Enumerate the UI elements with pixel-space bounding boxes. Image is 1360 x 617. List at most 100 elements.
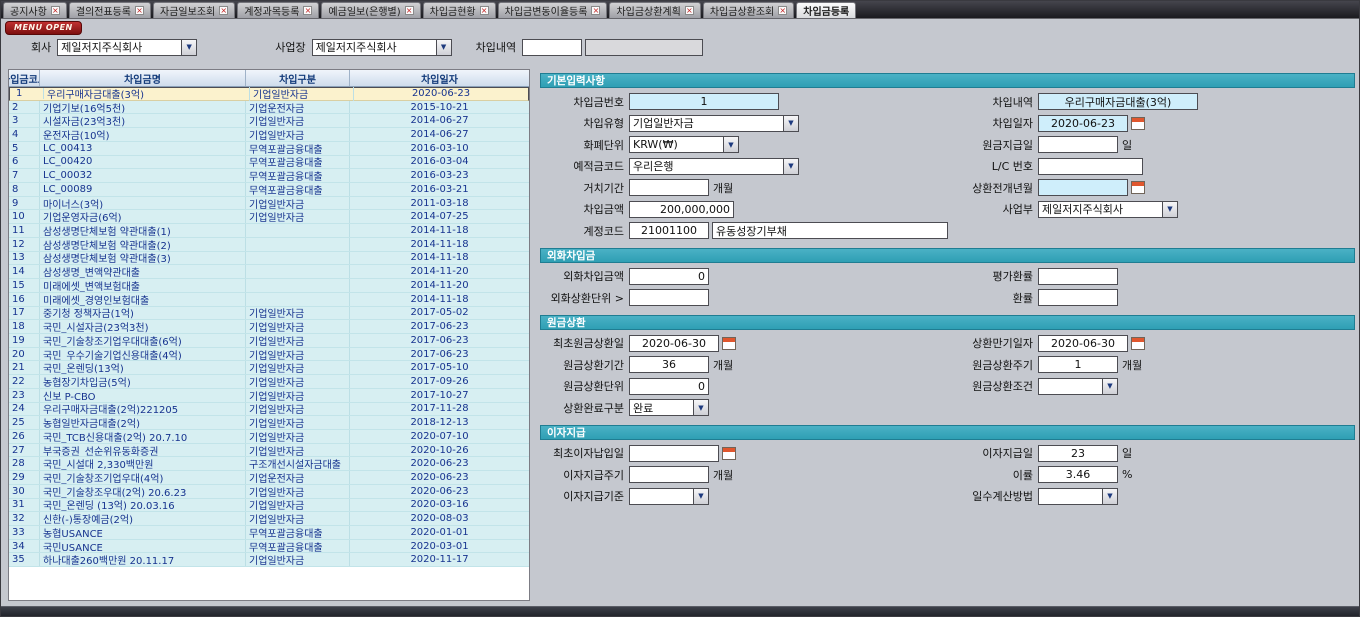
fx-repay-unit-input[interactable]: [629, 289, 709, 306]
tab-4[interactable]: 계정과목등록×: [237, 2, 319, 18]
interest-pay-day-input[interactable]: [1038, 445, 1118, 462]
tab-1[interactable]: 공지사항×: [3, 2, 67, 18]
calendar-icon[interactable]: [1131, 181, 1145, 194]
loan-amount-input[interactable]: [629, 201, 734, 218]
tab-8[interactable]: 차입금상환계획×: [609, 2, 700, 18]
loan-search-input[interactable]: [522, 39, 582, 56]
lc-no-input[interactable]: [1038, 158, 1143, 175]
repay-period-input[interactable]: [629, 356, 709, 373]
eval-rate-input[interactable]: [1038, 268, 1118, 285]
tab-10[interactable]: 차입금등록: [796, 2, 856, 18]
table-row[interactable]: 13삼성생명단체보험 약관대출(3)2014-11-18: [9, 252, 529, 266]
pre-repay-ym-input[interactable]: [1038, 179, 1128, 196]
table-row[interactable]: 7LC_00032무역포괄금융대출2016-03-23: [9, 169, 529, 183]
repay-complete-select[interactable]: 완료 ▼: [629, 399, 709, 416]
table-row[interactable]: 15미래에셋_변액보험대출2014-11-20: [9, 279, 529, 293]
deposit-code-select[interactable]: 우리은행 ▼: [629, 158, 799, 175]
table-row[interactable]: 23신보 P-CBO기업일반자금2017-10-27: [9, 389, 529, 403]
tab-close-icon[interactable]: ×: [51, 6, 60, 15]
tab-close-icon[interactable]: ×: [480, 6, 489, 15]
repay-unit-input[interactable]: [629, 378, 709, 395]
table-row[interactable]: 32신한(-)통장예금(2억)기업일반자금2020-08-03: [9, 512, 529, 526]
company-select[interactable]: 제일저지주식회사 ▼: [57, 39, 197, 56]
table-row[interactable]: 25농협일반자금대출(2억)기업일반자금2018-12-13: [9, 416, 529, 430]
column-header[interactable]: 차입금코드: [9, 70, 40, 86]
calendar-icon[interactable]: [722, 447, 736, 460]
account-code-input[interactable]: [629, 222, 709, 239]
repay-cycle-input[interactable]: [1038, 356, 1118, 373]
loan-desc-input[interactable]: [1038, 93, 1198, 110]
table-row[interactable]: 21국민_온렌딩(13억)기업일반자금2017-05-10: [9, 361, 529, 375]
fx-amount-input[interactable]: [629, 268, 709, 285]
table-row[interactable]: 28국민_시설대 2,330백만원구조개선시설자금대출2020-06-23: [9, 457, 529, 471]
loan-date-input[interactable]: [1038, 115, 1128, 132]
table-row[interactable]: 9마이너스(3억)기업일반자금2011-03-18: [9, 197, 529, 211]
tab-5[interactable]: 예금일보(은행별)×: [321, 2, 420, 18]
tab-close-icon[interactable]: ×: [778, 6, 787, 15]
tab-6[interactable]: 차입금현황×: [423, 2, 496, 18]
table-cell: 삼성생명_변액약관대출: [40, 265, 246, 278]
tab-2[interactable]: 결의전표등록×: [69, 2, 151, 18]
rate-input[interactable]: [1038, 289, 1118, 306]
interest-basis-select[interactable]: ▼: [629, 488, 709, 505]
table-row[interactable]: 17중기청 정책자금(1억)기업일반자금2017-05-02: [9, 307, 529, 321]
repay-condition-select[interactable]: ▼: [1038, 378, 1118, 395]
table-row[interactable]: 27부국증권_선순위유동화증권기업일반자금2020-10-26: [9, 444, 529, 458]
first-repay-date-input[interactable]: [629, 335, 719, 352]
table-row[interactable]: 16미래에셋_경영인보험대출2014-11-18: [9, 293, 529, 307]
tab-7[interactable]: 차입금변동이율등록×: [498, 2, 608, 18]
table-row[interactable]: 19국민_기술창조기업우대대출(6억)기업일반자금2017-06-23: [9, 334, 529, 348]
tab-close-icon[interactable]: ×: [591, 6, 600, 15]
loan-no-input[interactable]: [629, 93, 779, 110]
tab-close-icon[interactable]: ×: [219, 6, 228, 15]
workplace-select[interactable]: 제일저지주식회사 ▼: [312, 39, 452, 56]
interest-rate-input[interactable]: [1038, 466, 1118, 483]
maturity-date-input[interactable]: [1038, 335, 1128, 352]
table-row[interactable]: 12삼성생명단체보험 약관대출(2)2014-11-18: [9, 238, 529, 252]
table-row[interactable]: 18국민_시설자금(23억3천)기업일반자금2017-06-23: [9, 320, 529, 334]
column-header[interactable]: 차입구분: [246, 70, 350, 86]
table-row[interactable]: 6LC_00420무역포괄금융대출2016-03-04: [9, 156, 529, 170]
loan-type-select[interactable]: 기업일반자금 ▼: [629, 115, 799, 132]
table-row[interactable]: 24우리구매자금대출(2억)221205기업일반자금2017-11-28: [9, 403, 529, 417]
first-interest-date-input[interactable]: [629, 445, 719, 462]
table-row[interactable]: 34국민USANCE무역포괄금융대출2020-03-01: [9, 540, 529, 554]
column-header[interactable]: 차입일자: [350, 70, 529, 86]
table-row[interactable]: 4운전자금(10억)기업일반자금2014-06-27: [9, 128, 529, 142]
table-row[interactable]: 8LC_00089무역포괄금융대출2016-03-21: [9, 183, 529, 197]
account-name-input[interactable]: [712, 222, 948, 239]
table-row[interactable]: 22농협장기차입금(5억)기업일반자금2017-09-26: [9, 375, 529, 389]
table-row[interactable]: 3시설자금(23억3천)기업일반자금2014-06-27: [9, 114, 529, 128]
table-row[interactable]: 26국민_TCB신용대출(2억) 20.7.10기업일반자금2020-07-10: [9, 430, 529, 444]
currency-select[interactable]: KRW(₩) ▼: [629, 136, 739, 153]
division-select[interactable]: 제일저지주식회사 ▼: [1038, 201, 1178, 218]
calendar-icon[interactable]: [722, 337, 736, 350]
calendar-icon[interactable]: [1131, 337, 1145, 350]
tab-3[interactable]: 자금일보조회×: [153, 2, 235, 18]
interest-cycle-input[interactable]: [629, 466, 709, 483]
tab-close-icon[interactable]: ×: [135, 6, 144, 15]
table-row[interactable]: 20국민_우수기술기업신용대출(4억)기업일반자금2017-06-23: [9, 348, 529, 362]
tab-close-icon[interactable]: ×: [405, 6, 414, 15]
table-row[interactable]: 14삼성생명_변액약관대출2014-11-20: [9, 265, 529, 279]
table-row[interactable]: 10기업운영자금(6억)기업일반자금2014-07-25: [9, 210, 529, 224]
calendar-icon[interactable]: [1131, 117, 1145, 130]
table-row[interactable]: 29국민_기술창조기업우대(4억)기업운전자금2020-06-23: [9, 471, 529, 485]
principal-pay-day-input[interactable]: [1038, 136, 1118, 153]
loan-search-display[interactable]: [585, 39, 703, 56]
column-header[interactable]: 차입금명: [40, 70, 246, 86]
table-row[interactable]: 33농협USANCE무역포괄금융대출2020-01-01: [9, 526, 529, 540]
day-count-method-select[interactable]: ▼: [1038, 488, 1118, 505]
grace-period-input[interactable]: [629, 179, 709, 196]
menu-open-button[interactable]: MENU OPEN: [5, 21, 82, 35]
table-row[interactable]: 35하나대출260백만원 20.11.17기업일반자금2020-11-17: [9, 553, 529, 567]
tab-9[interactable]: 차입금상환조회×: [703, 2, 794, 18]
tab-close-icon[interactable]: ×: [303, 6, 312, 15]
table-row[interactable]: 1우리구매자금대출(3억)기업일반자금2020-06-23: [9, 87, 529, 101]
table-row[interactable]: 11삼성생명단체보험 약관대출(1)2014-11-18: [9, 224, 529, 238]
table-row[interactable]: 30국민_기술창조우대(2억) 20.6.23기업일반자금2020-06-23: [9, 485, 529, 499]
table-row[interactable]: 31국민_온렌딩 (13억) 20.03.16기업일반자금2020-03-16: [9, 499, 529, 513]
table-row[interactable]: 2기업기보(16억5천)기업운전자금2015-10-21: [9, 101, 529, 115]
table-row[interactable]: 5LC_00413무역포괄금융대출2016-03-10: [9, 142, 529, 156]
tab-close-icon[interactable]: ×: [685, 6, 694, 15]
